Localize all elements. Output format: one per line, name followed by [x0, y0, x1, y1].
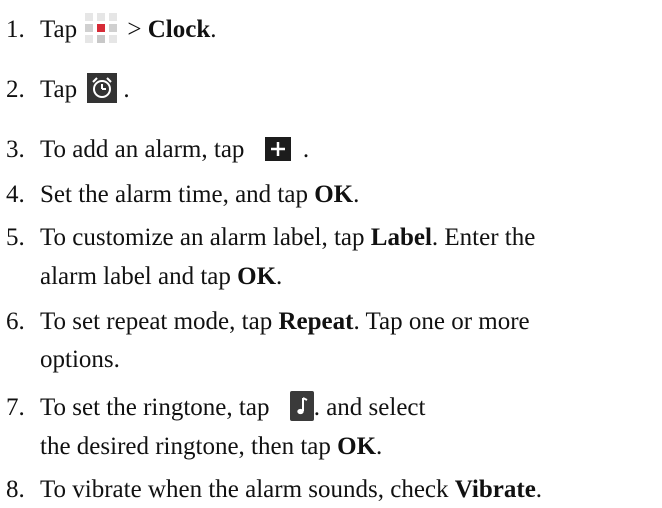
step-text: To set repeat mode, tap	[40, 308, 279, 335]
step-number: 2.	[6, 76, 25, 103]
step-text: .	[376, 433, 383, 460]
instruction-list: 1. Tap > Clock. 2. Tap . 3. To add an al…	[0, 0, 662, 508]
step-text: .	[535, 476, 543, 503]
step-text: . and select	[313, 394, 426, 421]
step-number: 8.	[6, 476, 25, 503]
step-bold: Label	[370, 224, 432, 251]
music-note-icon	[289, 391, 314, 421]
step-text: .	[210, 16, 217, 43]
step-number: 6.	[6, 308, 25, 335]
plus-icon	[264, 137, 291, 161]
step-text: Tap	[40, 76, 78, 103]
step-text: To add an alarm, tap	[40, 136, 245, 163]
step-bold: Repeat	[278, 308, 354, 335]
step-bold: Vibrate	[454, 476, 536, 503]
step-bold: Clock	[147, 16, 211, 43]
step-number: 4.	[6, 181, 25, 208]
step-number: 7.	[6, 394, 25, 421]
step-text: To vibrate when the alarm sounds, check	[40, 476, 455, 503]
step-number: 5.	[6, 224, 25, 251]
step-text: Set the alarm time, and tap	[40, 181, 315, 208]
step-text: To set the ringtone, tap	[40, 394, 270, 421]
step-text: .	[302, 136, 310, 163]
step-number: 3.	[6, 136, 25, 163]
step-bold: OK	[237, 263, 277, 290]
step-bold: OK	[337, 433, 377, 460]
step-text: Tap	[40, 16, 78, 43]
step-text: . Enter the	[431, 224, 536, 251]
step-bold: OK	[314, 181, 354, 208]
step-text: options.	[40, 346, 120, 373]
step-text: To customize an alarm label, tap	[40, 224, 371, 251]
step-number: 1.	[6, 16, 25, 43]
step-text: .	[276, 263, 283, 290]
step-text: .	[123, 76, 130, 103]
alarm-clock-icon	[87, 73, 118, 103]
step-text: >	[127, 16, 148, 43]
apps-grid-icon	[85, 13, 120, 43]
step-text: .	[353, 181, 360, 208]
step-text: the desired ringtone, then tap	[40, 433, 338, 460]
step-text: alarm label and tap	[40, 263, 238, 290]
step-text: . Tap one or more	[353, 308, 530, 335]
